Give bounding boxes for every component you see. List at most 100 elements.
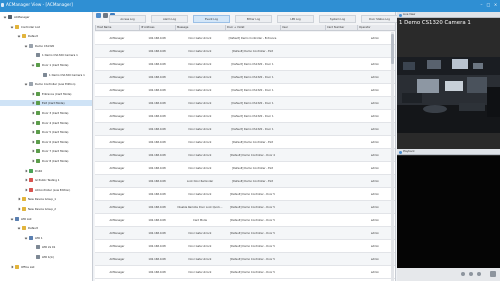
tree-item-label: Demo CS1320: [35, 43, 55, 48]
table-row[interactable]: ACManager 192.168.0.68 Door Gate Unlock [De…: [95, 110, 395, 123]
collapse-icon[interactable]: [17, 207, 21, 211]
tree-item[interactable]: LPR List: [0, 216, 92, 222]
table-row[interactable]: ACManager 192.168.0.68 Door Gate Unlock [De…: [95, 58, 395, 71]
collapse-icon[interactable]: [24, 178, 28, 182]
expand-icon[interactable]: [31, 63, 35, 67]
tab[interactable]: Door Status Log: [361, 15, 398, 23]
tree-item[interactable]: Controller List: [0, 24, 92, 30]
tab[interactable]: System Log: [319, 15, 356, 23]
table-row[interactable]: ACManager 192.168.0.68 Door Gate Unlock [De…: [95, 123, 395, 136]
table-cell: Door Gate Unlock: [188, 167, 212, 170]
collapse-icon[interactable]: [17, 197, 21, 201]
tree-item[interactable]: LPR 1: [0, 235, 92, 241]
tree-item[interactable]: Demo Controller (Low Edition): [0, 81, 92, 87]
tab[interactable]: Alarm Log: [151, 15, 188, 23]
collapse-icon[interactable]: [24, 188, 28, 192]
table-row[interactable]: ACManager 192.168.0.68 Door Gate Unlock [De…: [95, 162, 395, 175]
close-icon[interactable]: ×: [493, 2, 498, 7]
forward-icon[interactable]: [477, 272, 481, 276]
tab[interactable]: Event Log: [193, 15, 230, 23]
table-row[interactable]: ACManager 192.168.0.68 Disable Remote Door…: [95, 201, 395, 214]
rewind-icon[interactable]: [461, 272, 465, 276]
table-row[interactable]: ACManager 192.168.0.68 Door Gate Unlock [De…: [95, 253, 395, 266]
tree-item[interactable]: Door 7 (Card Mode): [0, 148, 92, 154]
tree-item[interactable]: Office List: [0, 264, 92, 270]
scrollbar-thumb[interactable]: [391, 34, 394, 64]
collapse-icon[interactable]: [31, 111, 35, 115]
tree-item[interactable]: New Device Group_1: [0, 196, 92, 202]
expand-icon[interactable]: [24, 82, 28, 86]
column-header[interactable]: Card Number: [325, 25, 357, 31]
tree-item[interactable]: Exit (Card Mode): [0, 100, 92, 107]
collapse-icon[interactable]: [31, 149, 35, 153]
table-row[interactable]: ACManager 192.168.0.68 Door Gate Unlock [De…: [95, 227, 395, 240]
table-row[interactable]: ACManager 192.168.0.68 Card Mode [Default] …: [95, 214, 395, 227]
table-row[interactable]: ACManager 192.168.0.68 Door Gate Unlock [De…: [95, 188, 395, 201]
collapse-icon[interactable]: [10, 265, 14, 269]
expand-icon[interactable]: [10, 217, 14, 221]
table-row[interactable]: ACManager 192.168.0.68 Door Gate Unlock [De…: [95, 45, 395, 58]
tree-item[interactable]: Default: [0, 33, 92, 39]
folder-icon: [15, 216, 19, 221]
table-cell: Door Gate Unlock: [188, 89, 212, 92]
tree-item[interactable]: Entrance (Card Mode): [0, 91, 92, 97]
tree-item[interactable]: New Device Group_2: [0, 206, 92, 212]
collapse-icon[interactable]: [31, 92, 35, 96]
collapse-icon[interactable]: [31, 130, 35, 134]
vertical-scrollbar[interactable]: [391, 32, 394, 281]
tree-item[interactable]: Default: [0, 225, 92, 231]
tree-item[interactable]: Door 3 (Card Mode): [0, 110, 92, 116]
tree-item[interactable]: ACManager: [0, 14, 92, 20]
tab[interactable]: Access Log: [109, 15, 146, 23]
column-header[interactable]: IP Address: [139, 25, 175, 31]
playback-video[interactable]: [397, 156, 500, 268]
collapse-icon[interactable]: [31, 101, 35, 105]
table-row[interactable]: ACManager 192.168.0.68 Door Gate Unlock [De…: [95, 71, 395, 84]
tree-item[interactable]: 1 Demo CS1320 Camera 1: [0, 72, 92, 78]
column-header[interactable]: Host Name: [95, 25, 139, 31]
collapse-icon[interactable]: [31, 140, 35, 144]
table-row[interactable]: ACManager 192.168.0.68 Door Gate Unlock [De…: [95, 240, 395, 253]
tab[interactable]: Either Log: [235, 15, 272, 23]
column-header[interactable]: User: [280, 25, 325, 31]
tree-item[interactable]: 1 Demo CS1320 Camera 1: [0, 52, 92, 58]
expand-icon[interactable]: [3, 15, 7, 19]
collapse-icon[interactable]: [31, 159, 35, 163]
fullscreen-icon[interactable]: [490, 271, 496, 277]
expand-icon[interactable]: [17, 34, 21, 38]
minimize-icon[interactable]: –: [479, 2, 484, 7]
column-header[interactable]: Door + Violat: [225, 25, 280, 31]
tree-item[interactable]: Door 1 (Card Mode): [0, 62, 92, 68]
play-icon[interactable]: [469, 272, 473, 276]
tree-item[interactable]: Door 6 (Card Mode): [0, 139, 92, 145]
tree-item[interactable]: LPR 1(In): [0, 254, 92, 260]
table-row[interactable]: ACManager 192.168.0.68 Door Gate Unlock [De…: [95, 84, 395, 97]
tree-item[interactable]: LPR LS 01: [0, 244, 92, 250]
expand-icon[interactable]: [24, 236, 28, 240]
table-cell: [325, 240, 357, 253]
table-cell: [325, 188, 357, 201]
table-row[interactable]: ACManager 192.168.0.68 Door Gate Unlock [De…: [95, 149, 395, 162]
column-header[interactable]: Message: [175, 25, 225, 31]
collapse-icon[interactable]: [24, 169, 28, 173]
live-video[interactable]: [397, 57, 500, 133]
table-row[interactable]: ACManager 192.168.0.68 Lock Door Reminder […: [95, 175, 395, 188]
collapse-icon[interactable]: [31, 121, 35, 125]
tab[interactable]: LPR Log: [277, 15, 314, 23]
tree-item[interactable]: Door 8 (Card Mode): [0, 158, 92, 164]
tree-item[interactable]: ACController (Low Edition): [0, 187, 92, 193]
tree-item[interactable]: Demo CS1320: [0, 43, 92, 49]
maximize-icon[interactable]: □: [486, 2, 491, 7]
expand-icon[interactable]: [10, 25, 14, 29]
table-row[interactable]: ACManager 192.168.0.68 Door Gate Unlock [De…: [95, 32, 395, 45]
expand-icon[interactable]: [17, 226, 21, 230]
table-row[interactable]: ACManager 192.168.0.68 Door Gate Unlock [De…: [95, 136, 395, 149]
table-row[interactable]: ACManager 192.168.0.68 Door Gate Unlock [De…: [95, 97, 395, 110]
column-header[interactable]: Operator: [357, 25, 393, 31]
tree-item[interactable]: Door 5 (Card Mode): [0, 129, 92, 135]
tree-item[interactable]: Gl Public Testing 1: [0, 177, 92, 183]
tree-item[interactable]: Door 4 (Card Mode): [0, 120, 92, 126]
table-row[interactable]: ACManager 192.168.0.68 Door Gate Unlock [De…: [95, 266, 395, 279]
expand-icon[interactable]: [24, 44, 28, 48]
tree-item[interactable]: D140: [0, 168, 92, 174]
